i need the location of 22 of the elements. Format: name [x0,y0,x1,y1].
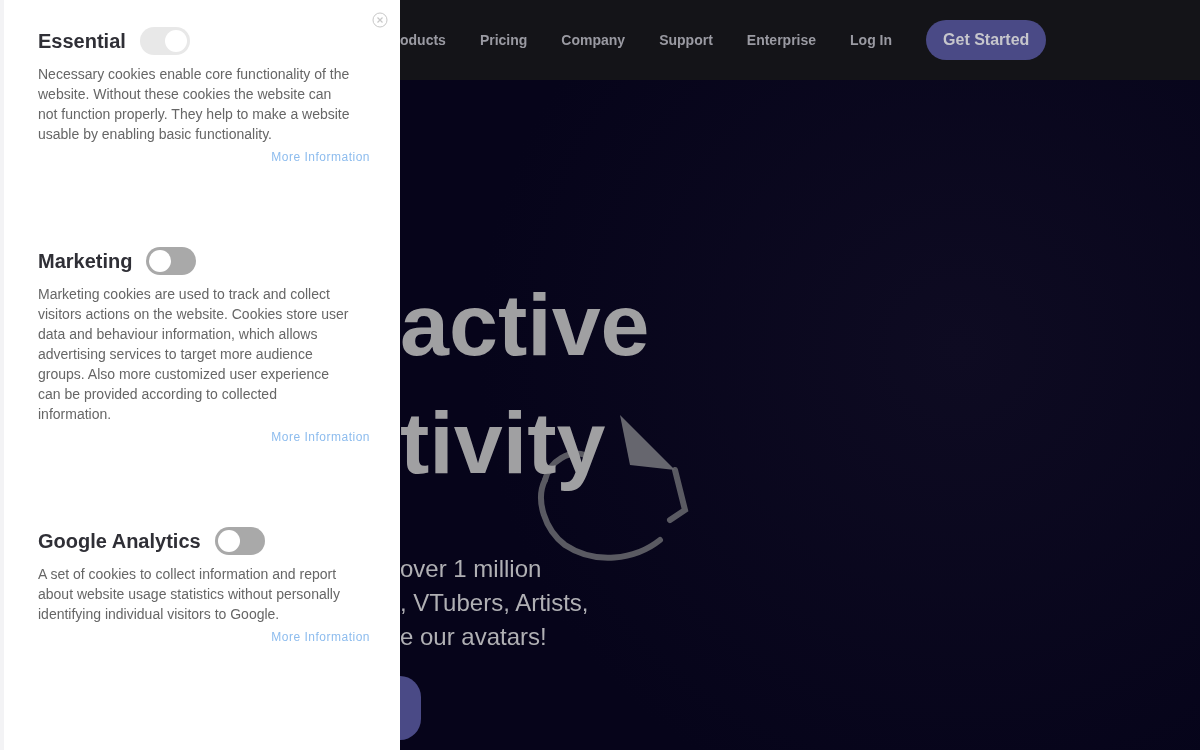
section-description: A set of cookies to collect information and report about website usage statistics without personally identifying individual visitors to Google. [38,565,341,624]
nav-link[interactable]: Pricing [479,32,528,48]
close-icon[interactable] [372,12,388,28]
nav-link[interactable]: Log In [850,32,893,48]
hero-button[interactable] [400,676,421,740]
nav-link[interactable]: Company [561,32,626,48]
get-started-button[interactable]: Get Started [926,20,1047,60]
section-description: Necessary cookies enable core functionality of the website. Without these cookies the website can not function properly. They help to make a website usable by enabling basic functionality. [38,65,351,144]
hero-subtitle: e our avatars! [400,622,547,652]
section-title: Essential [38,29,126,53]
hero-subtitle: over 1 million [400,554,542,584]
section-description: Marketing cookies are used to track and collect visitors actions on the website. Cookies store user data and behaviour information, which allows advertising services to target more audience groups. Also more customized user experience can be provided according to collected information. [38,285,350,424]
nav-link[interactable]: Enterprise [746,32,817,48]
toggle-switch[interactable] [214,527,265,555]
nav-link[interactable]: Support [659,32,713,48]
section-title: Marketing [38,249,133,273]
hero-heading: active [400,274,650,376]
section-title: Google Analytics [38,529,201,553]
hero-heading: tivity [400,392,606,494]
nav-link[interactable]: oducts [400,32,446,48]
hero-subtitle: , VTubers, Artists, [400,588,589,618]
toggle-switch[interactable] [146,247,197,275]
